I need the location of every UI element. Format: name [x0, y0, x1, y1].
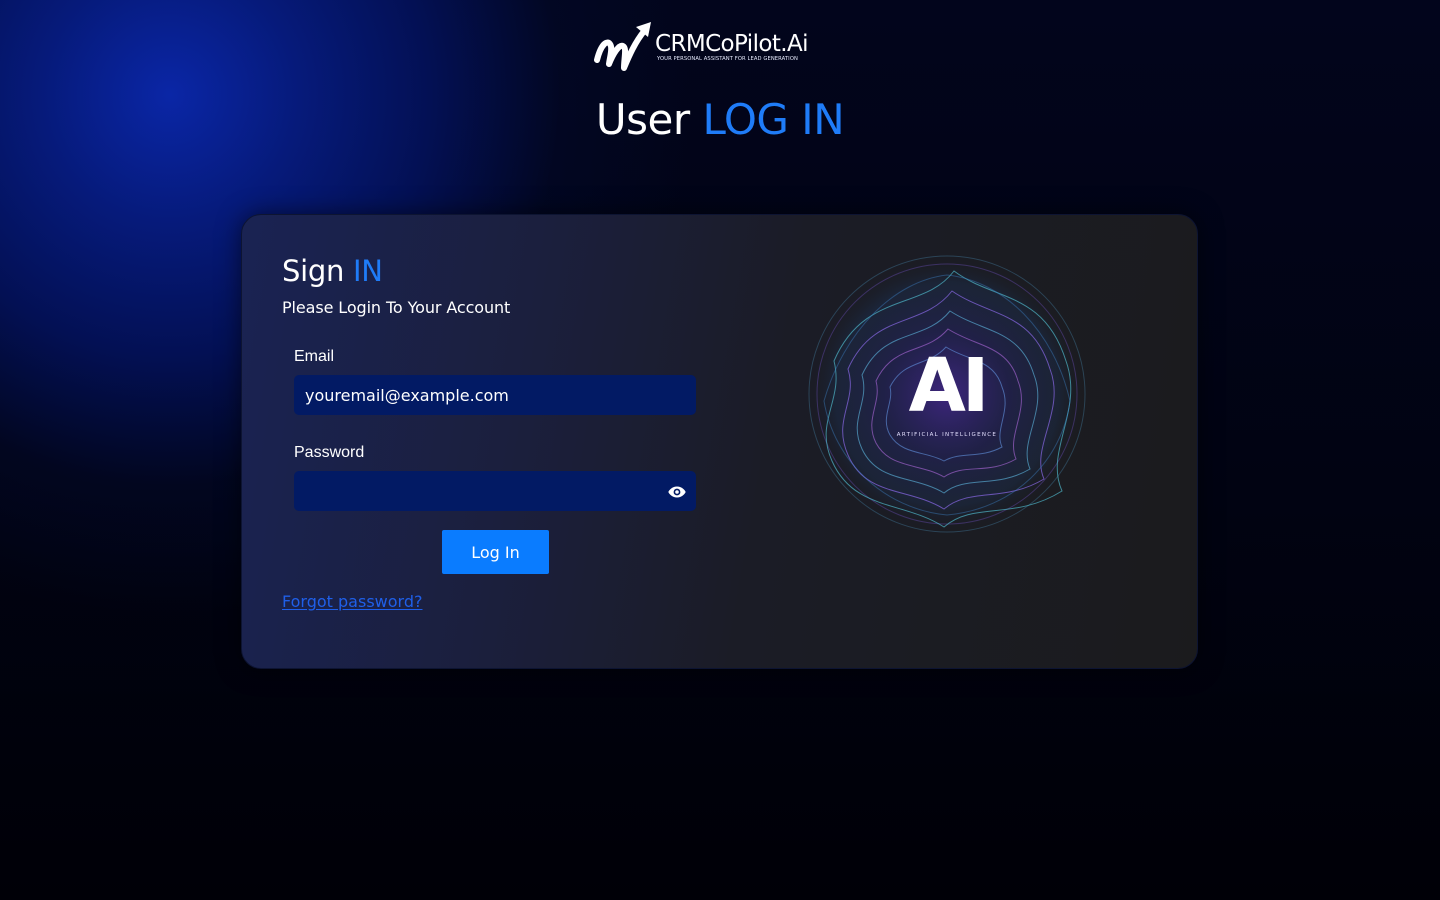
signin-heading-accent: IN: [352, 254, 383, 288]
page-title-prefix: User: [595, 95, 690, 144]
login-card: Sign IN Please Login To Your Account Ema…: [241, 214, 1198, 669]
ai-title: AI: [908, 343, 990, 429]
brand-logo-icon: [594, 22, 651, 71]
login-button[interactable]: Log In: [442, 530, 549, 574]
eye-icon: [668, 486, 686, 498]
signin-heading-prefix: Sign: [282, 254, 345, 288]
password-label: Password: [294, 444, 365, 461]
page-title-accent: LOG IN: [702, 95, 845, 144]
show-password-toggle[interactable]: [666, 481, 688, 503]
signin-subtitle: Please Login To Your Account: [282, 298, 511, 317]
signin-heading: Sign IN: [282, 251, 383, 291]
forgot-password-link[interactable]: Forgot password?: [282, 591, 422, 613]
ai-subtitle: ARTIFICIAL INTELLIGENCE: [896, 432, 998, 438]
page-title: User LOG IN: [0, 93, 1440, 147]
email-field[interactable]: [294, 375, 696, 415]
ai-illustration: AI ARTIFICIAL INTELLIGENCE: [804, 251, 1090, 537]
brand-logo[interactable]: CRMCoPilot.Ai YOUR PERSONAL ASSISTANT FO…: [593, 19, 823, 75]
email-label: Email: [294, 348, 335, 365]
brand-tagline: YOUR PERSONAL ASSISTANT FOR LEAD GENERAT…: [657, 55, 798, 62]
password-field[interactable]: [294, 471, 696, 511]
brand-name: CRMCoPilot.Ai: [655, 30, 808, 57]
